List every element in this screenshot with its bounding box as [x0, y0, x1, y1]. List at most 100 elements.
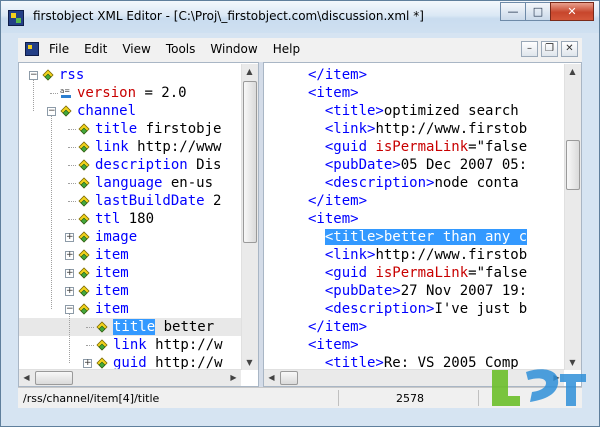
tree-node-ttl[interactable]: ttl 180 [19, 210, 241, 228]
xml-line[interactable]: <guid isPermaLink="false [308, 138, 527, 156]
collapse-icon[interactable]: − [29, 71, 38, 80]
xml-line[interactable]: <title>better than any c [308, 228, 528, 246]
collapse-icon[interactable]: − [47, 107, 56, 116]
tree-node-value: en-us [162, 175, 214, 191]
xml-vscroll-thumb[interactable] [566, 140, 580, 190]
tree-node-language[interactable]: language en-us [19, 174, 241, 192]
xml-line[interactable]: </item> [308, 66, 367, 84]
expand-icon[interactable]: + [65, 269, 74, 278]
tree-connector [68, 201, 76, 202]
xml-line[interactable]: <description>I've just b [308, 300, 527, 318]
tree-connector [68, 219, 76, 220]
xml-line[interactable]: <item> [308, 84, 359, 102]
scroll-left-arrow-icon[interactable]: ◀ [19, 370, 34, 385]
xml-line[interactable]: <item> [308, 336, 359, 354]
minimize-document-button[interactable]: – [521, 41, 538, 57]
xml-text-editor[interactable]: </item> <item> <title>optimized search <l… [263, 62, 582, 387]
menu-items: File Edit View Tools Window Help [49, 42, 315, 56]
xml-line[interactable]: <title>optimized search [308, 102, 519, 120]
menu-window[interactable]: Window [210, 42, 257, 56]
tree-node-name: version [77, 85, 137, 101]
xml-line[interactable]: <pubDate>27 Nov 2007 19: [308, 282, 527, 300]
scroll-up-arrow-icon[interactable]: ▲ [242, 64, 257, 79]
tree-node-title[interactable]: title better [19, 318, 241, 336]
tree-node-name: image [95, 229, 138, 245]
scroll-down-arrow-icon[interactable]: ▼ [242, 355, 257, 370]
xml-attribute: isPermaLink [375, 265, 469, 281]
tree-node-name: item [95, 247, 129, 263]
expand-icon[interactable]: + [65, 251, 74, 260]
tree-node-item[interactable]: + item [19, 282, 241, 300]
tree-node-item[interactable]: − item [19, 300, 241, 318]
xml-tag: <link> [308, 247, 376, 263]
xml-tag: <link> [308, 121, 376, 137]
xml-line[interactable]: <pubDate>05 Dec 2007 05: [308, 156, 527, 174]
menu-edit[interactable]: Edit [84, 42, 107, 56]
minimize-window-button[interactable]: — [500, 2, 526, 21]
xml-line[interactable]: <description>node conta [308, 174, 519, 192]
element-icon [77, 302, 91, 316]
tree-node-image[interactable]: + image [19, 228, 241, 246]
menu-help[interactable]: Help [273, 42, 300, 56]
xml-tag: <item> [308, 85, 359, 101]
xml-tag: <pubDate> [308, 157, 401, 173]
tree-node-channel[interactable]: − channel [19, 102, 241, 120]
tree-node-item[interactable]: + item [19, 246, 241, 264]
element-icon [77, 122, 91, 136]
title-bar[interactable]: firstobject XML Editor - [C:\Proj\_first… [1, 1, 599, 33]
close-document-button[interactable]: ✕ [561, 41, 578, 57]
xml-line[interactable]: </item> [308, 318, 367, 336]
tree-node-name: channel [77, 103, 137, 119]
tree-view[interactable]: − rss a= version = 2.0− channel title firstob… [18, 62, 259, 387]
tree-node-name: item [95, 283, 129, 299]
element-icon [41, 68, 55, 82]
tree-node-name: item [95, 301, 129, 317]
caption-buttons: — □ ✕ [500, 2, 594, 22]
xml-line[interactable]: <item> [308, 210, 359, 228]
menu-file[interactable]: File [49, 42, 69, 56]
restore-document-button[interactable]: ❐ [541, 41, 558, 57]
tree-node-link[interactable]: link http://www [19, 138, 241, 156]
xml-text: 27 Nov 2007 19: [400, 283, 528, 299]
tree-node-link[interactable]: link http://w [19, 336, 241, 354]
tree-node-title[interactable]: title firstobje [19, 120, 241, 138]
xml-tag: <description> [308, 301, 435, 317]
tree-horizontal-scrollbar[interactable]: ◀ ▶ [19, 369, 241, 386]
xml-text: I've just b [434, 301, 528, 317]
tree-node-value: firstobje [137, 121, 222, 137]
xml-vertical-scrollbar[interactable]: ▲ ▼ [564, 64, 581, 370]
expand-icon[interactable]: + [65, 233, 74, 242]
tree-node-version[interactable]: a= version = 2.0 [19, 84, 241, 102]
scroll-left-arrow-icon[interactable]: ◀ [264, 370, 279, 385]
tree-vertical-scrollbar[interactable]: ▲ ▼ [241, 64, 258, 370]
tree-node-item[interactable]: + item [19, 264, 241, 282]
tree-node-description[interactable]: description Dis [19, 156, 241, 174]
scroll-right-arrow-icon[interactable]: ▶ [226, 370, 241, 385]
tree-node-rss[interactable]: − rss [19, 66, 241, 84]
expand-icon[interactable]: + [83, 359, 92, 368]
tree-node-value: http://w [146, 337, 223, 353]
document-icon[interactable] [25, 42, 39, 56]
xml-line[interactable]: <link>http://www.firstob [308, 120, 527, 138]
tree-vscroll-thumb[interactable] [243, 81, 257, 243]
xml-tag: <guid [308, 265, 376, 281]
tree-hscroll-thumb[interactable] [35, 371, 73, 385]
expand-icon[interactable]: + [65, 287, 74, 296]
tree-node-value: Dis [187, 157, 222, 173]
menu-tools[interactable]: Tools [166, 42, 196, 56]
tree-node-name: link [113, 337, 147, 353]
close-window-button[interactable]: ✕ [550, 2, 594, 21]
xml-line[interactable]: <link>http://www.firstob [308, 246, 527, 264]
tree-node-name: title [113, 319, 156, 335]
xml-line[interactable]: </item> [308, 192, 367, 210]
collapse-icon[interactable]: − [65, 305, 74, 314]
scroll-up-arrow-icon[interactable]: ▲ [565, 64, 580, 79]
tree-node-name: item [95, 265, 129, 281]
tree-node-value: http://www [128, 139, 222, 155]
xml-line[interactable]: <guid isPermaLink="false [308, 264, 527, 282]
menu-view[interactable]: View [122, 42, 150, 56]
tree-node-lastbuilddate[interactable]: lastBuildDate 2 [19, 192, 241, 210]
maximize-window-button[interactable]: □ [525, 2, 551, 21]
xml-hscroll-thumb[interactable] [280, 371, 298, 385]
app-icon[interactable] [8, 10, 24, 26]
